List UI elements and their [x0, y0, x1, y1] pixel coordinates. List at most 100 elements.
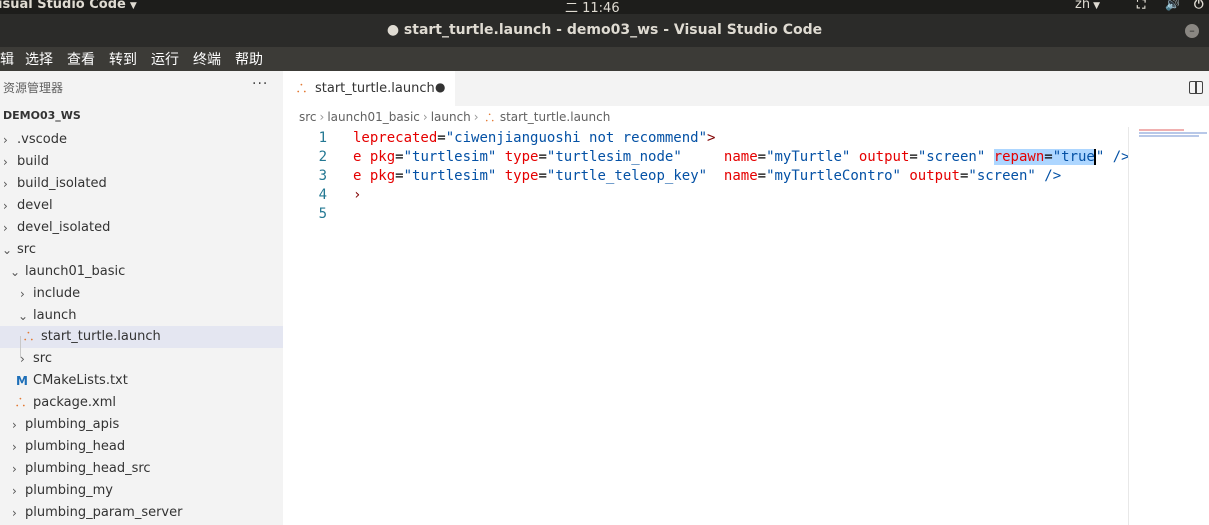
window-title-bar: ● start_turtle.launch - demo03_ws - Visu…: [0, 14, 1209, 47]
code-token: e: [353, 149, 370, 165]
code-line[interactable]: 5: [283, 205, 1128, 224]
code-token: =: [437, 130, 446, 146]
volume-icon[interactable]: 🔊: [1165, 0, 1180, 11]
tree-item-plumbing-param-server[interactable]: › plumbing_param_server: [0, 502, 283, 524]
unsaved-dot-icon[interactable]: ●: [435, 80, 445, 94]
minimap[interactable]: [1128, 127, 1209, 525]
code-token: output: [858, 149, 910, 165]
tree-item-build-isolated[interactable]: › build_isolated: [0, 173, 283, 195]
tree-item-label: build_isolated: [17, 176, 107, 191]
menu-edit[interactable]: 辑: [0, 49, 14, 69]
input-language-menu[interactable]: zh ▼: [1075, 0, 1100, 12]
code-token: "turtlesim": [403, 168, 497, 184]
menu-bar: 辑 选择 查看 转到 运行 终端 帮助: [0, 47, 1209, 71]
code-editor[interactable]: 1 leprecated="ciwenjianguoshi not recomme…: [283, 127, 1130, 525]
code-token: =: [757, 168, 767, 184]
breadcrumb-item[interactable]: start_turtle.launch: [500, 110, 611, 124]
chevron-down-icon: ⌄: [10, 265, 21, 279]
tree-item-devel[interactable]: › devel: [0, 195, 283, 217]
breadcrumb-item[interactable]: launch01_basic: [327, 110, 420, 124]
chevron-right-icon: ›: [3, 177, 8, 191]
chevron-right-icon: ›: [473, 110, 479, 124]
line-number: 2: [318, 149, 327, 165]
system-top-bar: isual Studio Code ▼ 二 11:46 zh ▼ ⛶ 🔊 ⏻: [0, 0, 1209, 16]
code-token: repawn: [993, 149, 1045, 165]
code-token: "true: [1052, 149, 1095, 165]
chevron-right-icon: ›: [422, 110, 428, 124]
tree-item-src-inner[interactable]: › src: [0, 348, 283, 370]
editor-area: ⸫ start_turtle.launch ● src › launch01_bas…: [283, 71, 1209, 525]
editor-tab-bar: ⸫ start_turtle.launch ●: [283, 71, 1209, 106]
tree-item-vscode[interactable]: › .vscode: [0, 129, 283, 151]
tree-item-label: launch01_basic: [25, 264, 126, 279]
menu-terminal[interactable]: 终端: [193, 49, 221, 69]
breadcrumb-item[interactable]: launch: [431, 110, 471, 124]
chevron-down-icon: ▼: [1093, 1, 1100, 11]
tree-item-label: src: [17, 242, 36, 257]
chevron-right-icon: ›: [20, 287, 25, 301]
tree-item-label: package.xml: [33, 395, 116, 410]
code-line[interactable]: 3e pkg="turtlesim" type="turtle_teleop_k…: [283, 167, 1128, 186]
code-token: =: [538, 149, 547, 165]
tree-item-label: plumbing_my: [25, 483, 113, 498]
xml-file-icon: ⸫: [16, 396, 26, 409]
tree-item-plumbing-my[interactable]: › plumbing_my: [0, 480, 283, 502]
code-token: pkg: [369, 149, 396, 165]
tree-item-label: include: [33, 286, 81, 301]
app-menu[interactable]: isual Studio Code ▼: [0, 0, 137, 12]
tree-item-src[interactable]: ⌄ src: [0, 239, 283, 261]
code-line[interactable]: 1 leprecated="ciwenjianguoshi not recomme…: [283, 129, 1128, 148]
tree-item-devel-isolated[interactable]: › devel_isolated: [0, 217, 283, 239]
tree-item-label: launch: [33, 308, 77, 323]
minimize-window-icon[interactable]: –: [1185, 24, 1199, 38]
menu-run[interactable]: 运行: [151, 49, 179, 69]
tree-item-cmakelists[interactable]: M CMakeLists.txt: [0, 370, 283, 392]
tree-item-plumbing-head[interactable]: › plumbing_head: [0, 436, 283, 458]
tree-item-plumbing-apis[interactable]: › plumbing_apis: [0, 414, 283, 436]
workspace-name[interactable]: DEMO03_WS: [3, 109, 81, 122]
tree-item-include[interactable]: › include: [0, 283, 283, 305]
code-line[interactable]: 4 ›: [283, 186, 1128, 205]
tab-label: start_turtle.launch: [315, 81, 435, 96]
power-icon[interactable]: ⏻: [1194, 0, 1204, 12]
breadcrumb-item[interactable]: src: [299, 110, 317, 124]
tree-item-start-turtle-launch[interactable]: ⸫ start_turtle.launch: [0, 326, 283, 348]
xml-file-icon: ⸫: [24, 330, 34, 343]
chevron-right-icon: ›: [12, 484, 17, 498]
menu-help[interactable]: 帮助: [235, 49, 263, 69]
code-token: "turtlesim": [403, 149, 497, 165]
line-content: e pkg="turtlesim" type="turtlesim_node" …: [353, 148, 1130, 167]
code-token: name: [723, 168, 758, 184]
network-icon[interactable]: ⛶: [1137, 0, 1145, 12]
code-token: pkg: [369, 168, 396, 184]
menu-go[interactable]: 转到: [109, 49, 137, 69]
chevron-right-icon: ›: [12, 462, 17, 476]
tree-item-build[interactable]: › build: [0, 151, 283, 173]
chevron-right-icon: ›: [12, 418, 17, 432]
more-actions-icon[interactable]: ···: [252, 76, 268, 92]
line-content: leprecated="ciwenjianguoshi not recommen…: [353, 129, 715, 148]
tree-item-label: start_turtle.launch: [41, 329, 161, 344]
code-line[interactable]: 2e pkg="turtlesim" type="turtlesim_node"…: [283, 148, 1130, 167]
tree-item-label: plumbing_head: [25, 439, 126, 454]
code-token: =: [1044, 149, 1053, 165]
tree-item-launch01-basic[interactable]: ⌄ launch01_basic: [0, 261, 283, 283]
tree-item-launch[interactable]: ⌄ launch: [0, 305, 283, 327]
code-token: "screen": [917, 149, 986, 165]
code-token: =: [395, 168, 404, 184]
cmake-file-icon: M: [16, 374, 28, 388]
tab-start-turtle-launch[interactable]: ⸫ start_turtle.launch ●: [283, 71, 455, 106]
split-editor-icon[interactable]: [1189, 81, 1203, 94]
line-content: ›: [353, 186, 361, 205]
tree-item-package-xml[interactable]: ⸫ package.xml: [0, 392, 283, 414]
menu-view[interactable]: 查看: [67, 49, 95, 69]
code-token: "myTurtle": [766, 149, 851, 165]
code-token: output: [909, 168, 960, 184]
chevron-down-icon: ⌄: [2, 243, 13, 257]
menu-selection[interactable]: 选择: [25, 49, 53, 69]
line-number: 1: [318, 130, 327, 146]
tree-item-plumbing-head-src[interactable]: › plumbing_head_src: [0, 458, 283, 480]
